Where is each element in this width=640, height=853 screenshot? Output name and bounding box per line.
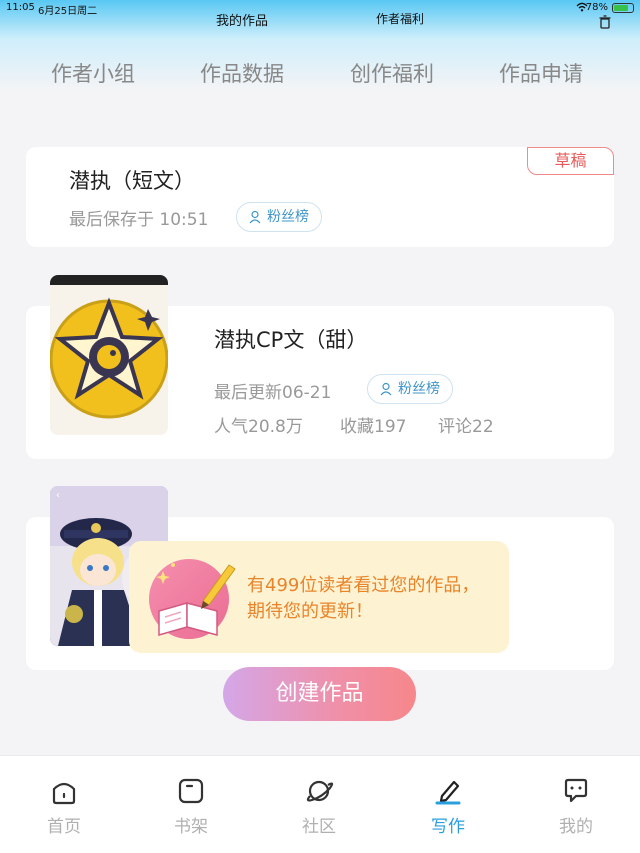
fans-ranking-label: 粉丝榜 <box>398 381 440 397</box>
work-comments: 评论22 <box>438 417 494 437</box>
battery-icon <box>612 3 634 13</box>
create-work-button[interactable]: 创建作品 <box>223 667 416 721</box>
reader-notice-text: 有499位读者看过您的作品，期待您的更新！ <box>247 575 480 622</box>
pen-icon <box>435 780 461 805</box>
bookshelf-icon <box>178 778 204 804</box>
nav-item-mine[interactable]: 我的 <box>536 776 616 837</box>
nav-label: 书架 <box>174 817 208 837</box>
home-icon <box>52 782 76 805</box>
status-date: 6月25日周二 <box>38 6 98 17</box>
user-icon <box>380 382 392 396</box>
draft-badge: 草稿 <box>527 147 614 175</box>
user-icon <box>249 210 261 224</box>
nav-label: 社区 <box>302 817 336 837</box>
author-benefits-link[interactable]: 作者福利 <box>376 10 424 27</box>
nav-label: 首页 <box>47 817 81 837</box>
work-popularity: 人气20.8万 <box>214 417 303 437</box>
work-last-saved: 最后保存于 10:51 <box>69 210 209 230</box>
tab-work-application[interactable]: 作品申请 <box>499 58 583 88</box>
reader-notice-toast: 有499位读者看过您的作品，期待您的更新！ <box>129 541 509 653</box>
work-card-draft[interactable]: 草稿 潜执（短文） 最后保存于 10:51 粉丝榜 <box>26 147 614 247</box>
chat-bubble-icon <box>564 778 588 803</box>
top-tabs: 作者小组 作品数据 创作福利 作品申请 <box>0 58 640 86</box>
work-favorites: 收藏197 <box>340 417 407 437</box>
tab-work-data[interactable]: 作品数据 <box>200 58 284 88</box>
tab-author-group[interactable]: 作者小组 <box>51 58 135 88</box>
nav-item-write[interactable]: 写作 <box>408 776 488 837</box>
star-badge-icon <box>50 275 168 419</box>
work-last-updated: 最后更新06-21 <box>214 383 332 403</box>
planet-icon <box>306 780 334 802</box>
svg-text:‹: ‹ <box>56 490 60 501</box>
nav-item-bookshelf[interactable]: 书架 <box>151 776 231 837</box>
open-book-icon <box>149 559 236 639</box>
fans-ranking-label: 粉丝榜 <box>267 209 309 225</box>
fans-ranking-button[interactable]: 粉丝榜 <box>236 202 322 232</box>
fans-ranking-button[interactable]: 粉丝榜 <box>367 374 453 404</box>
nav-label: 写作 <box>431 817 465 837</box>
tab-creation-benefits[interactable]: 创作福利 <box>350 58 434 88</box>
status-time: 11:05 <box>6 2 35 13</box>
work-cover-image[interactable] <box>50 275 168 435</box>
work-title: 潜执（短文） <box>69 169 195 193</box>
nav-label: 我的 <box>559 817 593 837</box>
nav-item-home[interactable]: 首页 <box>24 776 104 837</box>
trash-icon[interactable] <box>598 15 612 29</box>
battery-percent: 78% <box>585 2 608 13</box>
page-title: 我的作品 <box>216 14 269 29</box>
bottom-navigation: 首页 书架 社区 写作 我的 <box>0 755 640 853</box>
nav-item-community[interactable]: 社区 <box>279 776 359 837</box>
work-title: 潜执CP文（甜） <box>214 328 368 352</box>
